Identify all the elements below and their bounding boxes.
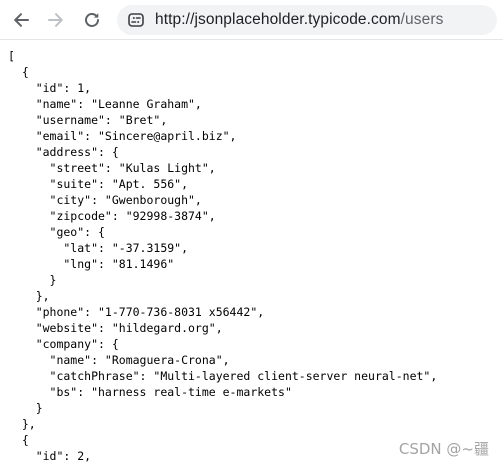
json-line: "phone": "1-770-736-8031 x56442", <box>8 305 265 319</box>
json-line: "website": "hildegard.org", <box>8 321 223 335</box>
reload-button[interactable] <box>77 5 107 35</box>
browser-toolbar: http://jsonplaceholder.typicode.com/user… <box>0 0 503 40</box>
forward-button[interactable] <box>41 5 71 35</box>
json-line: "city": "Gwenborough", <box>8 193 202 207</box>
site-info-icon[interactable] <box>127 11 145 29</box>
json-line: { <box>8 65 29 79</box>
json-line: "email": "Sincere@april.biz", <box>8 129 237 143</box>
json-line: "lat": "-37.3159", <box>8 241 189 255</box>
json-line: "id": 2, <box>8 449 92 463</box>
json-line: "name": "Leanne Graham", <box>8 97 202 111</box>
json-line: "lng": "81.1496" <box>8 257 175 271</box>
arrow-left-icon <box>14 13 29 27</box>
json-line: "bs": "harness real-time e-markets" <box>8 385 292 399</box>
url-path: /users <box>400 11 444 28</box>
json-line: "id": 1, <box>8 81 92 95</box>
json-line: "name": "Romaguera-Crona", <box>8 353 230 367</box>
json-line: { <box>8 433 29 447</box>
json-line: "suite": "Apt. 556", <box>8 177 189 191</box>
watermark: CSDN @~疆 <box>398 440 489 458</box>
json-viewer: [ { "id": 1, "name": "Leanne Graham", "u… <box>8 48 498 464</box>
page-content: [ { "id": 1, "name": "Leanne Graham", "u… <box>8 48 498 469</box>
json-line: "address": { <box>8 145 119 159</box>
json-line: "zipcode": "92998-3874", <box>8 209 216 223</box>
reload-icon <box>85 13 99 27</box>
back-button[interactable] <box>6 5 36 35</box>
json-line: } <box>8 401 43 415</box>
json-line: [ <box>8 49 15 63</box>
json-line: }, <box>8 417 36 431</box>
arrow-right-icon <box>48 13 63 27</box>
json-line: "street": "Kulas Light", <box>8 161 216 175</box>
json-line: "username": "Bret", <box>8 113 168 127</box>
json-line: "catchPhrase": "Multi-layered client-ser… <box>8 369 438 383</box>
url-text[interactable]: http://jsonplaceholder.typicode.com/user… <box>155 11 443 29</box>
url-host: http://jsonplaceholder.typicode.com <box>155 11 401 28</box>
address-bar[interactable]: http://jsonplaceholder.typicode.com/user… <box>117 5 497 35</box>
json-line: "company": { <box>8 337 119 351</box>
json-line: "geo": { <box>8 225 105 239</box>
json-line: } <box>8 273 57 287</box>
json-line: }, <box>8 289 50 303</box>
